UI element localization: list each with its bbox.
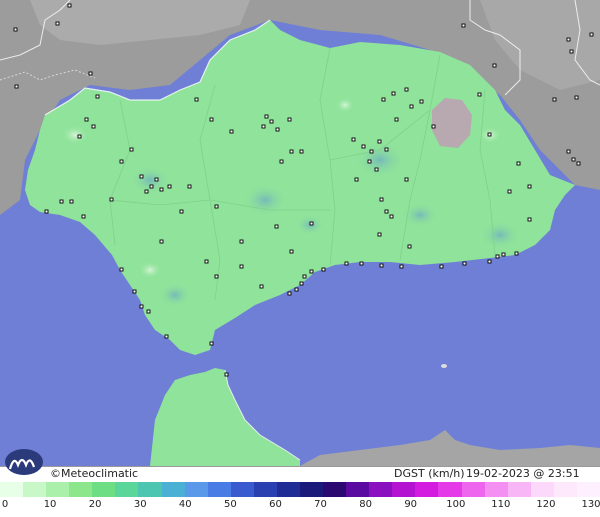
- color-scale-swatch: [276, 482, 301, 497]
- scale-tick-label: 80: [359, 499, 372, 510]
- color-scale-swatch: [300, 482, 324, 497]
- color-scale-swatch: [207, 482, 231, 497]
- scale-tick-label: 40: [178, 499, 192, 510]
- color-scale-swatch: [392, 482, 416, 497]
- color-scale-ticks: 0 10 20 30 40 50 60 70 80 90 100 110 120 130: [0, 498, 600, 516]
- scale-tick-label: 10: [43, 499, 57, 510]
- credit-label: ©Meteoclimatic: [50, 467, 139, 480]
- color-scale-swatch: [346, 482, 370, 497]
- scale-tick-label: 0: [1, 499, 9, 510]
- color-scale-swatch: [161, 482, 185, 497]
- scale-tick-label: 120: [536, 499, 556, 510]
- color-scale-swatch: [253, 482, 277, 497]
- variable-label: DGST (km/h): [394, 467, 465, 480]
- color-scale-swatch: [92, 482, 116, 497]
- scale-tick-label: 90: [404, 499, 418, 510]
- color-scale-swatch: [138, 482, 162, 497]
- color-scale-swatch: [230, 482, 254, 497]
- scale-tick-label: 100: [446, 499, 466, 510]
- color-scale-swatch: [69, 482, 93, 497]
- color-scale-swatch: [484, 482, 508, 497]
- color-scale-swatch: [553, 482, 577, 497]
- color-scale-swatch: [115, 482, 139, 497]
- scale-tick-label: 110: [491, 499, 511, 510]
- color-scale-swatch: [369, 482, 393, 497]
- scale-tick-label: 130: [581, 499, 600, 510]
- color-scale-swatch: [415, 482, 439, 497]
- color-scale-bar: [0, 482, 600, 497]
- color-scale-swatch: [184, 482, 208, 497]
- color-scale-swatch: [576, 482, 600, 497]
- scale-tick-label: 50: [224, 499, 237, 510]
- color-scale-swatch: [507, 482, 531, 497]
- meteoclimatic-logo-icon: [5, 449, 43, 475]
- color-scale-swatch: [0, 482, 24, 497]
- color-scale-swatch: [323, 482, 347, 497]
- scale-tick-label: 70: [314, 499, 327, 510]
- color-scale-swatch: [461, 482, 485, 497]
- color-scale-swatch: [23, 482, 47, 497]
- weather-map: [0, 0, 600, 517]
- scale-tick-label: 20: [88, 499, 102, 510]
- scale-tick-label: 30: [133, 499, 147, 510]
- color-scale-swatch: [530, 482, 554, 497]
- color-scale-swatch: [46, 482, 70, 497]
- scale-tick-label: 60: [269, 499, 282, 510]
- color-scale-swatch: [438, 482, 462, 497]
